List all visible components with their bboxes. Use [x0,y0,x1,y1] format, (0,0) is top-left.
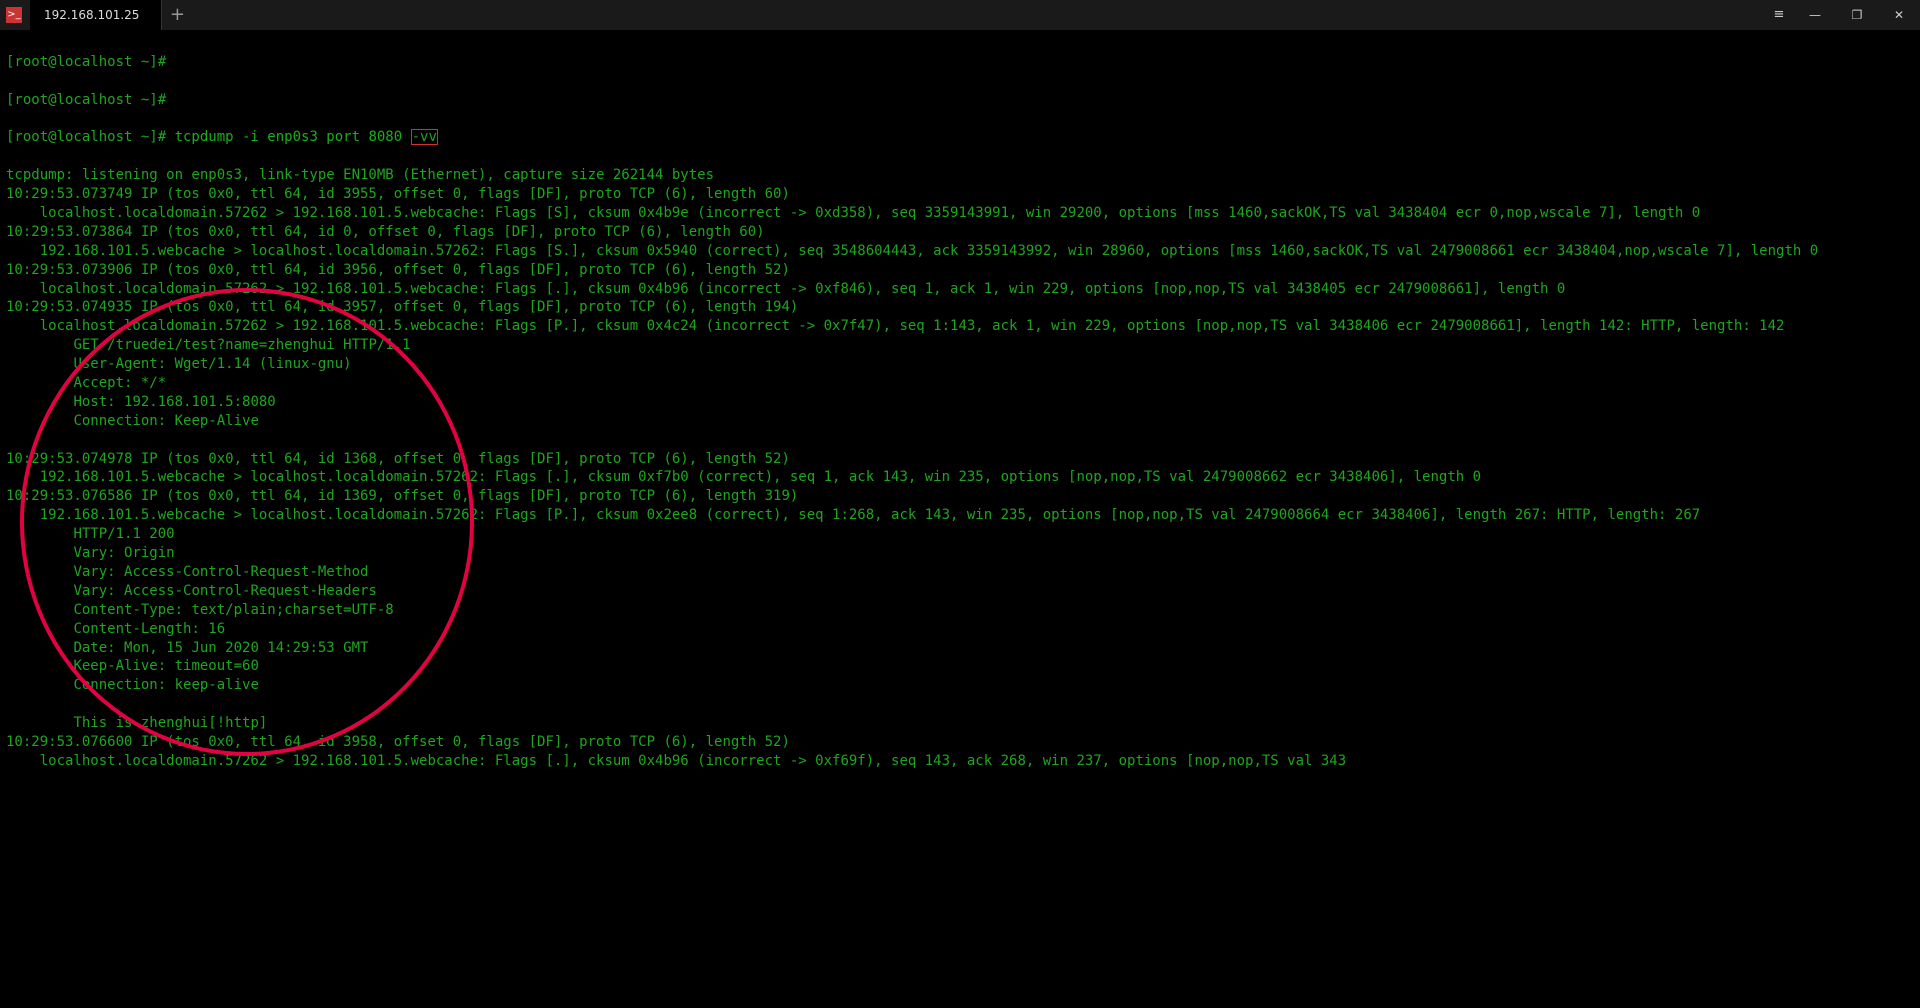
window-controls: — ❐ ✕ [1794,0,1920,30]
output-line [6,431,1914,450]
output-line: 10:29:53.073864 IP (tos 0x0, ttl 64, id … [6,223,1914,242]
output-line: Vary: Origin [6,544,1914,563]
output-line: 192.168.101.5.webcache > localhost.local… [6,506,1914,525]
output-line: Content-Length: 16 [6,620,1914,639]
output-line: 10:29:53.073749 IP (tos 0x0, ttl 64, id … [6,185,1914,204]
minimize-button[interactable]: — [1794,0,1836,30]
output-line: 10:29:53.076586 IP (tos 0x0, ttl 64, id … [6,487,1914,506]
output-line: 10:29:53.076600 IP (tos 0x0, ttl 64, id … [6,733,1914,752]
new-tab-button[interactable]: + [162,0,192,30]
output-line: 10:29:53.074935 IP (tos 0x0, ttl 64, id … [6,298,1914,317]
prompt-line: [root@localhost ~]# [6,91,1914,110]
output-line: 10:29:53.073906 IP (tos 0x0, ttl 64, id … [6,261,1914,280]
app-icon: >_ [6,7,22,23]
output-line: tcpdump: listening on enp0s3, link-type … [6,166,1914,185]
output-line: GET /truedei/test?name=zhenghui HTTP/1.1 [6,336,1914,355]
titlebar: >_ 192.168.101.25 + ≡ — ❐ ✕ [0,0,1920,30]
output-line: Vary: Access-Control-Request-Method [6,563,1914,582]
output-line: 192.168.101.5.webcache > localhost.local… [6,468,1914,487]
output-line [6,695,1914,714]
output-line: localhost.localdomain.57262 > 192.168.10… [6,204,1914,223]
output-line: Vary: Access-Control-Request-Headers [6,582,1914,601]
terminal-tab[interactable]: 192.168.101.25 [30,0,162,30]
output-line: HTTP/1.1 200 [6,525,1914,544]
output-line: Date: Mon, 15 Jun 2020 14:29:53 GMT [6,639,1914,658]
output-line: localhost.localdomain.57262 > 192.168.10… [6,317,1914,336]
output-line: This is zhenghui[!http] [6,714,1914,733]
output-line: 10:29:53.074978 IP (tos 0x0, ttl 64, id … [6,450,1914,469]
output-line: Content-Type: text/plain;charset=UTF-8 [6,601,1914,620]
output-line: 192.168.101.5.webcache > localhost.local… [6,242,1914,261]
maximize-button[interactable]: ❐ [1836,0,1878,30]
output-line: Accept: */* [6,374,1914,393]
output-line: localhost.localdomain.57262 > 192.168.10… [6,752,1914,771]
tab-title: 192.168.101.25 [44,7,139,23]
output-line: Host: 192.168.101.5:8080 [6,393,1914,412]
hamburger-menu-icon[interactable]: ≡ [1764,0,1794,30]
terminal-output[interactable]: [root@localhost ~]# [root@localhost ~]# … [0,30,1920,790]
prompt-line: [root@localhost ~]# [6,53,1914,72]
close-button[interactable]: ✕ [1878,0,1920,30]
highlight-annotation: -vv [411,129,438,145]
output-line: Keep-Alive: timeout=60 [6,657,1914,676]
prompt-command-line: [root@localhost ~]# tcpdump -i enp0s3 po… [6,128,1914,147]
output-line: Connection: keep-alive [6,676,1914,695]
output-line: localhost.localdomain.57262 > 192.168.10… [6,280,1914,299]
output-line: User-Agent: Wget/1.14 (linux-gnu) [6,355,1914,374]
output-line: Connection: Keep-Alive [6,412,1914,431]
